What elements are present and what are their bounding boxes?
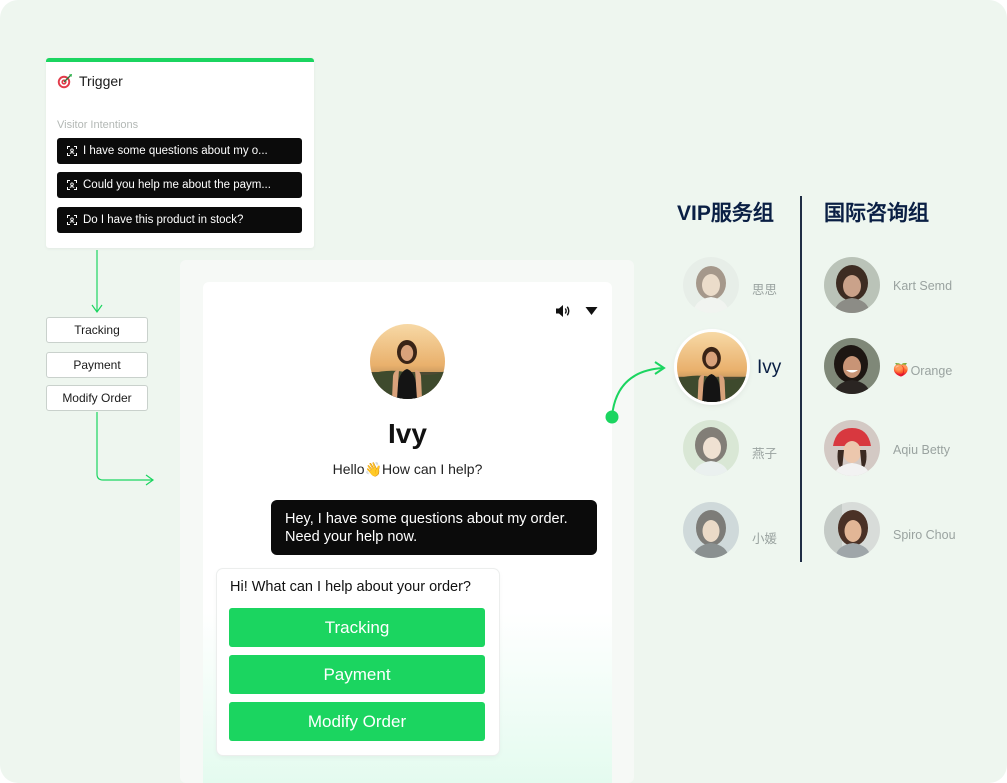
agent-avatar[interactable] bbox=[824, 257, 880, 313]
scan-icon bbox=[67, 146, 77, 156]
user-message-bubble: Hey, I have some questions about my orde… bbox=[271, 500, 597, 555]
group-title-vip: VIP服务组 bbox=[677, 202, 774, 225]
agent-greeting: Hello👋How can I help? bbox=[332, 461, 483, 477]
group-title-international: 国际咨询组 bbox=[824, 202, 929, 225]
agent-avatar[interactable] bbox=[683, 257, 739, 313]
intent-item[interactable]: I have some questions about my o... bbox=[57, 138, 302, 164]
trigger-title: Trigger bbox=[79, 73, 123, 89]
agent-name-active: Ivy bbox=[757, 357, 782, 378]
agent-photo bbox=[370, 324, 445, 399]
agent-name: Ivy bbox=[388, 418, 427, 449]
agent-name: 🍑 Orange bbox=[893, 363, 953, 378]
intent-item[interactable]: Do I have this product in stock? bbox=[57, 207, 302, 233]
group-divider bbox=[800, 196, 802, 562]
intent-item[interactable]: Could you help me about the paym... bbox=[57, 172, 302, 198]
target-icon bbox=[57, 74, 72, 89]
flow-option-modify-order[interactable]: Modify Order bbox=[46, 385, 148, 411]
agent-name: 小媛 bbox=[752, 532, 778, 546]
trigger-header: Trigger bbox=[57, 73, 123, 89]
intent-text: Could you help me about the paym... bbox=[83, 179, 271, 191]
agent-name: 思思 bbox=[752, 283, 778, 297]
flow-option-tracking[interactable]: Tracking bbox=[46, 317, 148, 343]
scan-icon bbox=[67, 215, 77, 225]
agent-name: Spiro Chou bbox=[893, 528, 956, 542]
trigger-card: Trigger Visitor Intentions I have some q… bbox=[46, 58, 314, 248]
caret-down-icon[interactable] bbox=[585, 306, 598, 316]
bot-question: Hi! What can I help about your order? bbox=[230, 579, 471, 595]
tracking-button[interactable]: Tracking bbox=[229, 608, 485, 647]
flow-option-payment[interactable]: Payment bbox=[46, 352, 148, 378]
agent-avatar[interactable] bbox=[824, 420, 880, 476]
agent-avatar[interactable] bbox=[824, 502, 880, 558]
bot-message-card: Hi! What can I help about your order? Tr… bbox=[217, 569, 499, 755]
agent-name: Aqiu Betty bbox=[893, 443, 950, 457]
agent-avatar bbox=[370, 324, 445, 399]
agent-name: Kart Semd bbox=[893, 279, 953, 293]
payment-button[interactable]: Payment bbox=[229, 655, 485, 694]
agent-avatar[interactable] bbox=[683, 420, 739, 476]
trigger-subtitle: Visitor Intentions bbox=[57, 119, 139, 131]
scan-icon bbox=[67, 180, 77, 190]
speaker-icon[interactable] bbox=[555, 304, 571, 318]
intent-text: I have some questions about my o... bbox=[83, 145, 268, 157]
peach-icon: 🍑 bbox=[893, 363, 909, 377]
agent-avatar-active[interactable] bbox=[677, 332, 747, 402]
agent-avatar[interactable] bbox=[824, 338, 880, 394]
intent-text: Do I have this product in stock? bbox=[83, 214, 244, 226]
agent-name: 燕子 bbox=[752, 447, 778, 461]
agent-avatar[interactable] bbox=[683, 502, 739, 558]
modify-order-button[interactable]: Modify Order bbox=[229, 702, 485, 741]
